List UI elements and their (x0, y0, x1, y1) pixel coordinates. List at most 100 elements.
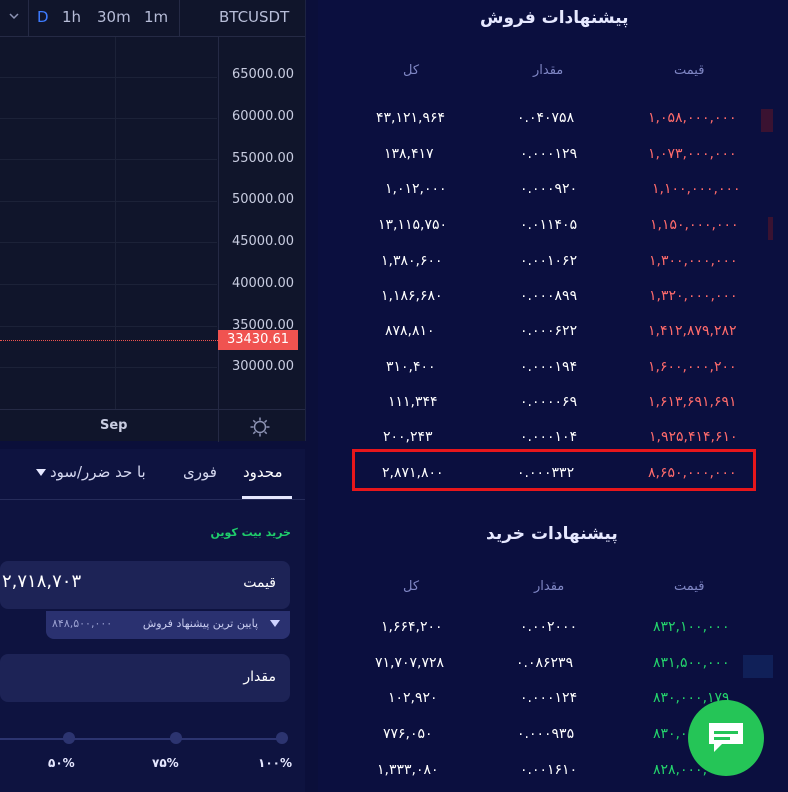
col-total: کل (403, 579, 420, 594)
sell-amount: ۰.۰۰۰۰۶۹ (520, 394, 578, 410)
slider-step[interactable] (276, 732, 288, 744)
buy-title: خرید بیت کوین (210, 526, 291, 539)
caret-down-icon (270, 620, 280, 627)
sell-total: ۱,۱۸۶,۶۸۰ (381, 288, 443, 304)
sell-total: ۳۱۰,۴۰۰ (386, 359, 436, 375)
slider-step[interactable] (63, 732, 75, 744)
chat-icon (706, 720, 746, 760)
order-type-tabs: محدود فوری با حد ضرر/سود (0, 449, 305, 500)
time-label: Sep (100, 418, 128, 433)
order-book: پیشنهادات فروش قیمت مقدار کل ۱,۰۵۸,۰۰۰,۰… (318, 0, 788, 792)
sell-amount: ۰.۰۱۱۴۰۵ (520, 217, 578, 233)
depth-bar (743, 655, 773, 678)
interval-1m[interactable]: 1m (144, 8, 168, 26)
buy-total: ۷۷۶,۰۵۰ (383, 726, 433, 742)
tab-market[interactable]: فوری (183, 463, 217, 481)
interval-30m[interactable]: 30m (97, 8, 131, 26)
sell-amount: ۰.۰۴۰۷۵۸ (517, 110, 575, 126)
buy-amount: ۰.۰۰۱۶۱۰ (520, 762, 578, 778)
amount-slider[interactable] (0, 738, 287, 740)
gear-icon[interactable] (249, 416, 271, 438)
sell-price: ۱,۰۷۳,۰۰۰,۰۰۰ (648, 146, 737, 162)
percent-50[interactable]: ۵۰% (48, 756, 75, 770)
sell-amount: ۰.۰۰۰۸۹۹ (520, 288, 578, 304)
sell-price: ۱,۱۵۰,۰۰۰,۰۰۰ (650, 217, 739, 233)
buy-price: ۸۳۲,۱۰۰,۰۰۰ (653, 619, 730, 635)
last-price-line (0, 340, 218, 341)
buy-orders-title: پیشنهادات خرید (486, 524, 618, 544)
col-amount: مقدار (534, 579, 565, 594)
chat-button[interactable] (688, 700, 764, 776)
sell-total: ۱۳۸,۴۱۷ (384, 146, 434, 162)
sell-amount: ۰.۰۰۰۱۹۴ (520, 359, 578, 375)
buy-total: ۱,۳۳۳,۰۸۰ (377, 762, 439, 778)
price-tick: 50000.00 (231, 192, 294, 207)
price-axis[interactable]: 65000.00 60000.00 55000.00 50000.00 4500… (218, 37, 306, 409)
col-total: کل (403, 63, 420, 78)
trade-panel: محدود فوری با حد ضرر/سود خرید بیت کوین ۲… (0, 449, 305, 792)
price-value[interactable]: ۲,۷۱۸,۷۰۳ (2, 571, 81, 592)
price-tick: 65000.00 (231, 67, 294, 82)
interval-1h[interactable]: 1h (62, 8, 81, 26)
quantity-label: مقدار (243, 669, 276, 685)
sell-price: ۱,۶۰۰,۰۰۰,۲۰۰ (648, 359, 737, 375)
buy-total: ۱,۶۶۴,۲۰۰ (381, 619, 443, 635)
sell-price: ۱,۴۱۲,۸۷۹,۲۸۲ (648, 323, 737, 339)
sell-price: ۱,۳۲۰,۰۰۰,۰۰۰ (649, 288, 738, 304)
hint-label: پایین ترین پیشنهاد فروش (142, 617, 258, 630)
sell-total: ۱۳,۱۱۵,۷۵۰ (378, 217, 448, 233)
price-tick: 60000.00 (231, 109, 294, 124)
buy-amount: ۰.۰۸۶۲۳۹ (516, 655, 574, 671)
sell-price: ۱,۳۰۰,۰۰۰,۰۰۰ (649, 253, 738, 269)
highlight-box (352, 449, 756, 491)
slider-step[interactable] (170, 732, 182, 744)
sell-amount: ۰.۰۰۰۱۰۴ (520, 429, 578, 445)
active-tab-indicator (242, 496, 292, 499)
sell-price: ۱,۶۱۳,۶۹۱,۶۹۱ (648, 394, 737, 410)
buy-amount: ۰.۰۰۰۱۲۴ (520, 690, 578, 706)
buy-total: ۷۱,۷۰۷,۷۲۸ (375, 655, 445, 671)
chart-toolbar: D 1h 30m 1m BTCUSDT (0, 0, 305, 37)
caret-down-icon[interactable] (36, 469, 46, 476)
price-tick: 55000.00 (231, 151, 294, 166)
sell-total: ۱,۰۱۲,۰۰۰ (385, 181, 447, 197)
sell-price: ۱,۱۰۰,۰۰۰,۰۰۰ (652, 181, 741, 197)
buy-total: ۱۰۲,۹۲۰ (388, 690, 438, 706)
buy-amount: ۰.۰۰۰۹۳۵ (517, 726, 575, 742)
sell-total: ۲۰۰,۲۴۳ (383, 429, 433, 445)
price-input[interactable]: ۲,۷۱۸,۷۰۳ قیمت (0, 561, 290, 609)
lowest-ask-hint[interactable]: پایین ترین پیشنهاد فروش ۸۴۸,۵۰۰,۰۰۰ (46, 611, 290, 639)
price-chart[interactable]: D 1h 30m 1m BTCUSDT 65000.00 60000.00 55… (0, 0, 306, 442)
sell-amount: ۰.۰۰۰۹۲۰ (520, 181, 578, 197)
sell-total: ۴۳,۱۲۱,۹۶۴ (376, 110, 446, 126)
last-price-tag: 33430.61 (218, 330, 298, 350)
tab-stop[interactable]: با حد ضرر/سود (50, 463, 146, 481)
chart-plot-area[interactable] (0, 37, 217, 409)
price-label: قیمت (243, 575, 276, 591)
symbol-label[interactable]: BTCUSDT (219, 8, 289, 26)
sell-orders-title: پیشنهادات فروش (480, 8, 629, 28)
price-tick: 40000.00 (231, 276, 294, 291)
quantity-input[interactable]: مقدار (0, 654, 290, 702)
hint-value: ۸۴۸,۵۰۰,۰۰۰ (52, 617, 113, 630)
sell-total: ۸۷۸,۸۱۰ (385, 323, 435, 339)
percent-100[interactable]: ۱۰۰% (258, 756, 292, 770)
interval-d[interactable]: D (37, 8, 49, 26)
buy-price: ۸۳۱,۵۰۰,۰۰۰ (653, 655, 730, 671)
sell-price: ۱,۰۵۸,۰۰۰,۰۰۰ (648, 110, 737, 126)
sell-amount: ۰.۰۰۰۱۲۹ (520, 146, 578, 162)
depth-bar (768, 217, 773, 240)
sell-amount: ۰.۰۰۱۰۶۲ (520, 253, 578, 269)
sell-amount: ۰.۰۰۰۶۲۲ (520, 323, 578, 339)
col-price: قیمت (674, 579, 705, 594)
depth-bar (761, 109, 773, 132)
sell-price: ۱,۹۲۵,۴۱۴,۶۱۰ (649, 429, 738, 445)
percent-75[interactable]: ۷۵% (152, 756, 179, 770)
tab-limit[interactable]: محدود (243, 463, 283, 481)
chevron-down-icon[interactable] (8, 10, 22, 24)
buy-amount: ۰.۰۰۲۰۰۰ (520, 619, 578, 635)
price-tick: 45000.00 (231, 234, 294, 249)
sell-total: ۱۱۱,۳۴۴ (388, 394, 438, 410)
col-price: قیمت (674, 63, 705, 78)
col-amount: مقدار (533, 63, 564, 78)
